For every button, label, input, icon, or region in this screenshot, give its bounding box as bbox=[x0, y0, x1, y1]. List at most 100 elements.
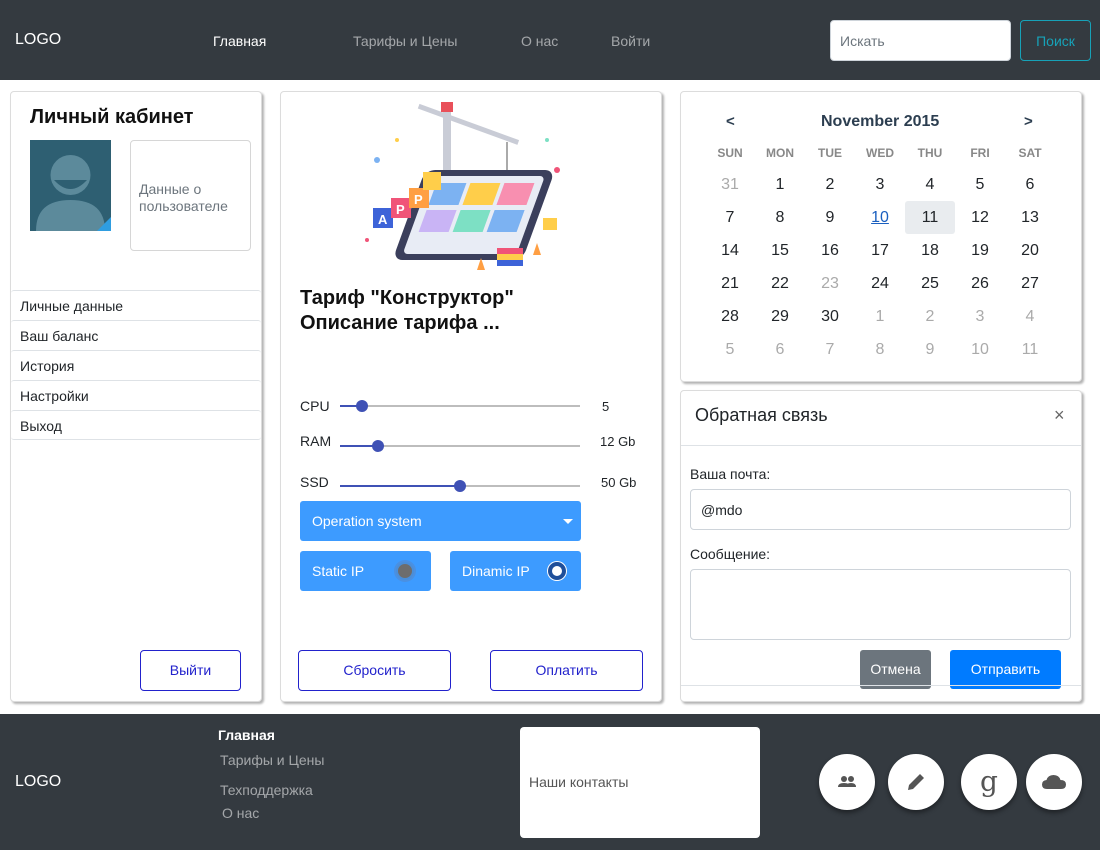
footer-link-support[interactable]: Техподдержка bbox=[220, 782, 313, 798]
calendar-day[interactable]: 22 bbox=[755, 267, 805, 300]
calendar-day[interactable]: 1 bbox=[855, 300, 905, 333]
weekday-header: FRI bbox=[970, 146, 990, 160]
calendar-day[interactable]: 27 bbox=[1005, 267, 1055, 300]
app-construction-illustration: A P P bbox=[357, 100, 587, 280]
static-ip-option[interactable]: Static IP bbox=[300, 551, 431, 591]
calendar-day[interactable]: 7 bbox=[705, 201, 755, 234]
calendar-day[interactable]: 8 bbox=[755, 201, 805, 234]
calendar-day[interactable]: 14 bbox=[705, 234, 755, 267]
pay-button[interactable]: Оплатить bbox=[490, 650, 643, 691]
dynamic-ip-label: Dinamic IP bbox=[462, 563, 530, 579]
calendar-day[interactable]: 30 bbox=[805, 300, 855, 333]
cpu-slider[interactable] bbox=[340, 400, 580, 412]
calendar-day[interactable]: 13 bbox=[1005, 201, 1055, 234]
email-label: Ваша почта: bbox=[690, 466, 771, 482]
tariff-card: A P P Тариф "Конструктор" Описание тариф… bbox=[280, 91, 662, 702]
search-input[interactable] bbox=[830, 20, 1011, 61]
reset-button[interactable]: Сбросить bbox=[298, 650, 451, 691]
cancel-button[interactable]: Отмена bbox=[860, 650, 931, 689]
email-field[interactable] bbox=[690, 489, 1071, 530]
weekday-header: MON bbox=[766, 146, 794, 160]
calendar-day[interactable]: 16 bbox=[805, 234, 855, 267]
message-field[interactable] bbox=[690, 569, 1071, 640]
google-icon[interactable]: g bbox=[961, 754, 1017, 810]
footer-link-home[interactable]: Главная bbox=[218, 727, 275, 743]
close-icon[interactable]: × bbox=[1054, 405, 1065, 426]
calendar-day[interactable]: 25 bbox=[905, 267, 955, 300]
calendar-day[interactable]: 17 bbox=[855, 234, 905, 267]
cpu-slider-thumb[interactable] bbox=[355, 400, 368, 412]
calendar-day[interactable]: 1 bbox=[755, 168, 805, 201]
ram-slider[interactable] bbox=[340, 440, 580, 452]
calendar-day[interactable]: 26 bbox=[955, 267, 1005, 300]
os-select[interactable]: Operation system bbox=[300, 501, 581, 541]
calendar-day[interactable]: 20 bbox=[1005, 234, 1055, 267]
calendar-day[interactable]: 3 bbox=[955, 300, 1005, 333]
ram-slider-thumb[interactable] bbox=[372, 440, 385, 452]
tariff-name: Тариф "Конструктор" bbox=[300, 287, 514, 309]
logout-button[interactable]: Выйти bbox=[140, 650, 241, 691]
menu-item-exit[interactable]: Выход bbox=[11, 410, 261, 440]
calendar-day-selected[interactable]: 11 bbox=[905, 201, 955, 234]
send-button[interactable]: Отправить bbox=[950, 650, 1061, 689]
contacts-label: Наши контакты bbox=[529, 774, 629, 790]
calendar-day[interactable]: 6 bbox=[755, 333, 805, 366]
feedback-header-divider bbox=[681, 445, 1081, 446]
nav-link-about[interactable]: О нас bbox=[521, 33, 558, 49]
nav-link-tariffs[interactable]: Тарифы и Цены bbox=[353, 33, 457, 49]
search-button[interactable]: Поиск bbox=[1020, 20, 1091, 61]
calendar-day[interactable]: 6 bbox=[1005, 168, 1055, 201]
calendar-day[interactable]: 19 bbox=[955, 234, 1005, 267]
dynamic-ip-option[interactable]: Dinamic IP bbox=[450, 551, 581, 591]
calendar-day[interactable]: 12 bbox=[955, 201, 1005, 234]
calendar-day[interactable]: 3 bbox=[855, 168, 905, 201]
calendar-day[interactable]: 2 bbox=[905, 300, 955, 333]
menu-item-history[interactable]: История bbox=[11, 350, 261, 380]
footer-link-about[interactable]: О нас bbox=[222, 805, 259, 821]
menu-item-personal-data[interactable]: Личные данные bbox=[11, 290, 261, 320]
calendar-day[interactable]: 10 bbox=[955, 333, 1005, 366]
ssd-slider-thumb[interactable] bbox=[454, 480, 466, 492]
calendar-day[interactable]: 10 bbox=[855, 201, 905, 234]
ssd-label: SSD bbox=[300, 474, 329, 490]
calendar-card: < November 2015 > SUN MON TUE WED THU FRI SAT 3… bbox=[680, 91, 1082, 382]
calendar-day[interactable]: 9 bbox=[905, 333, 955, 366]
static-ip-radio[interactable] bbox=[396, 562, 414, 580]
pencil-icon[interactable] bbox=[888, 754, 944, 810]
calendar-day[interactable]: 4 bbox=[905, 168, 955, 201]
calendar-day[interactable]: 31 bbox=[705, 168, 755, 201]
profile-menu: Личные данные Ваш баланс История Настрой… bbox=[11, 290, 261, 440]
menu-item-balance[interactable]: Ваш баланс bbox=[11, 320, 261, 350]
cloud-icon[interactable] bbox=[1026, 754, 1082, 810]
calendar-next-button[interactable]: > bbox=[1024, 113, 1033, 130]
calendar-day[interactable]: 5 bbox=[705, 333, 755, 366]
feedback-title: Обратная связь bbox=[695, 405, 828, 425]
header-logo[interactable]: LOGO bbox=[15, 31, 61, 49]
calendar-day[interactable]: 15 bbox=[755, 234, 805, 267]
calendar-day[interactable]: 8 bbox=[855, 333, 905, 366]
calendar-prev-button[interactable]: < bbox=[726, 113, 735, 130]
nav-link-login[interactable]: Войти bbox=[611, 33, 650, 49]
people-icon[interactable] bbox=[819, 754, 875, 810]
dynamic-ip-radio[interactable] bbox=[548, 562, 566, 580]
calendar-day[interactable]: 29 bbox=[755, 300, 805, 333]
calendar-day[interactable]: 7 bbox=[805, 333, 855, 366]
calendar-day[interactable]: 21 bbox=[705, 267, 755, 300]
calendar-day[interactable]: 24 bbox=[855, 267, 905, 300]
footer-logo[interactable]: LOGO bbox=[15, 773, 61, 791]
cpu-value: 5 bbox=[602, 399, 610, 414]
calendar-day[interactable]: 11 bbox=[1005, 333, 1055, 366]
calendar-day[interactable]: 2 bbox=[805, 168, 855, 201]
nav-link-home[interactable]: Главная bbox=[213, 33, 266, 49]
calendar-day[interactable]: 4 bbox=[1005, 300, 1055, 333]
calendar-day[interactable]: 23 bbox=[805, 267, 855, 300]
tariff-title: Тариф "Конструктор" Описание тарифа ... bbox=[300, 286, 650, 336]
calendar-day[interactable]: 5 bbox=[955, 168, 1005, 201]
calendar-day[interactable]: 28 bbox=[705, 300, 755, 333]
avatar[interactable] bbox=[30, 140, 111, 231]
calendar-day[interactable]: 18 bbox=[905, 234, 955, 267]
calendar-day[interactable]: 9 bbox=[805, 201, 855, 234]
footer-link-tariffs[interactable]: Тарифы и Цены bbox=[220, 752, 324, 768]
ssd-slider[interactable] bbox=[340, 480, 580, 492]
menu-item-settings[interactable]: Настройки bbox=[11, 380, 261, 410]
